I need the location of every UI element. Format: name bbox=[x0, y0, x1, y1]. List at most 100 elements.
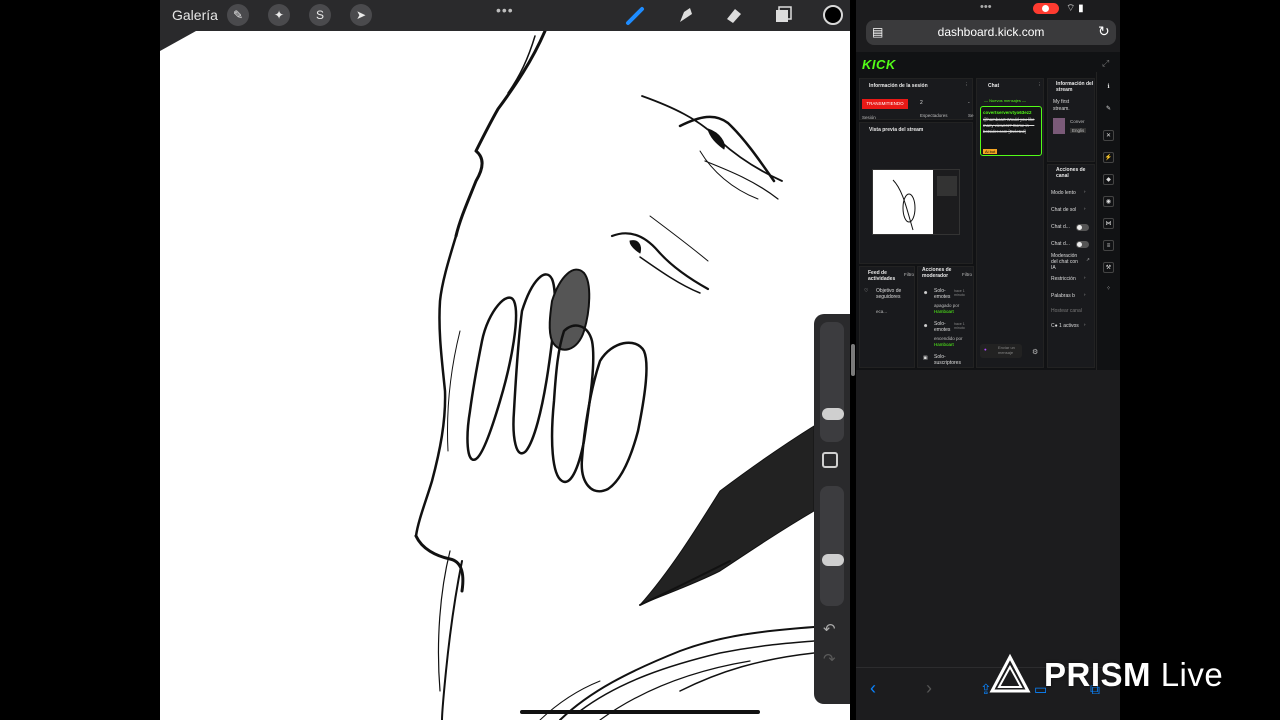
bolt-icon[interactable]: ⚡ bbox=[1103, 152, 1114, 163]
safari-app: ••• ⌔ ▮ ▤ dashboard.kick.com ↻ KICK ⤢ In… bbox=[856, 0, 1120, 720]
activity-feed-panel: Feed de actividades Filtro bbox=[859, 266, 915, 368]
stream-info-title: Información del stream bbox=[1056, 81, 1094, 93]
se-label: Se bbox=[968, 113, 974, 118]
category-thumbnail bbox=[1053, 118, 1065, 134]
selection-icon[interactable]: S bbox=[309, 4, 331, 26]
home-indicator bbox=[520, 710, 760, 714]
back-icon[interactable]: ‹ bbox=[870, 678, 876, 699]
stream-preview-video[interactable] bbox=[872, 169, 960, 235]
screen: Galería ✎ ✦ S ➤ ••• ↶ ↷ ••• ⌔ ▮ ▤ dashbo… bbox=[0, 0, 1280, 720]
channel-actions-title: Acciones de canal bbox=[1056, 167, 1086, 179]
chat-toggle-1[interactable] bbox=[1076, 224, 1089, 231]
external-link-icon[interactable]: ↗ bbox=[1086, 257, 1090, 263]
gallery-button[interactable]: Galería bbox=[172, 7, 218, 23]
list-icon[interactable]: ≡ bbox=[1103, 240, 1114, 251]
prism-live-watermark: PRISM Live bbox=[988, 650, 1258, 700]
color-picker-swatch[interactable] bbox=[823, 5, 843, 25]
chevron-right-icon[interactable]: › bbox=[1084, 275, 1086, 280]
brush-icon[interactable] bbox=[624, 4, 648, 26]
eraser-icon[interactable] bbox=[722, 4, 746, 26]
chat-settings-icon[interactable]: ⚙ bbox=[1032, 348, 1038, 356]
multitask-dots-icon[interactable]: ••• bbox=[980, 1, 992, 13]
actions-wrench-icon[interactable]: ✎ bbox=[227, 4, 249, 26]
stream-category: Conver bbox=[1070, 119, 1085, 124]
chat-icon[interactable]: ◉ bbox=[1103, 196, 1114, 207]
action-ai-moderation[interactable]: Moderación del chat con IA bbox=[1051, 253, 1083, 271]
shield-icon[interactable]: ◆ bbox=[1103, 174, 1114, 185]
drawing-canvas[interactable] bbox=[160, 29, 850, 720]
apps-icon[interactable]: ⁘ bbox=[1103, 284, 1114, 295]
mod-item-time: hace 1 minuto bbox=[954, 289, 965, 297]
expand-icon[interactable]: ⤢ bbox=[1102, 58, 1109, 69]
mod-item-user[interactable]: Hamboart bbox=[934, 309, 954, 314]
tool-icon[interactable]: ✕ bbox=[1103, 130, 1114, 141]
modify-button[interactable] bbox=[822, 452, 838, 468]
procreate-sidebar: ↶ ↷ bbox=[814, 314, 850, 704]
reload-icon[interactable]: ↻ bbox=[1098, 23, 1110, 40]
chevron-right-icon[interactable]: › bbox=[1084, 206, 1086, 211]
action-banned-words[interactable]: Palabras b bbox=[1051, 293, 1075, 299]
chat-input[interactable]: ● Enviar un mensaje bbox=[980, 344, 1022, 358]
prism-suffix: Live bbox=[1160, 656, 1224, 693]
action-chat-toggle-2: Chat d... bbox=[1051, 241, 1070, 247]
emote-icon[interactable]: ● bbox=[984, 347, 987, 352]
info-icon[interactable]: ℹ bbox=[1103, 82, 1114, 93]
brush-size-knob[interactable] bbox=[822, 408, 844, 420]
stream-preview-title: Vista previa del stream bbox=[869, 127, 924, 133]
prism-live-text: PRISM Live bbox=[1044, 656, 1223, 694]
action-host-channel[interactable]: Hostear canal bbox=[1051, 308, 1082, 314]
more-dots-icon[interactable]: ••• bbox=[496, 2, 514, 18]
chat-menu-icon[interactable]: ⋮ bbox=[1037, 82, 1042, 88]
opacity-slider[interactable] bbox=[820, 486, 844, 606]
mod-item-title: Solo-suscriptores bbox=[934, 354, 961, 366]
undo-icon[interactable]: ↶ bbox=[823, 620, 836, 638]
activity-item-title: Objetivo de seguidores bbox=[876, 288, 902, 300]
wrench-icon[interactable]: ⚒ bbox=[1103, 262, 1114, 273]
action-active[interactable]: C● 1 activos bbox=[1051, 323, 1079, 329]
brush-size-slider[interactable] bbox=[820, 322, 844, 442]
url-text[interactable]: dashboard.kick.com bbox=[866, 25, 1116, 39]
chat-title: Chat bbox=[988, 83, 1000, 89]
procreate-app: Galería ✎ ✦ S ➤ ••• ↶ ↷ bbox=[160, 0, 850, 720]
action-slow-mode[interactable]: Modo lento bbox=[1051, 190, 1076, 196]
redo-icon[interactable]: ↷ bbox=[823, 650, 836, 668]
chevron-right-icon[interactable]: › bbox=[1084, 189, 1086, 194]
action-subscriber-chat[interactable]: Chat de sol bbox=[1051, 207, 1076, 213]
chevron-right-icon[interactable]: › bbox=[1084, 322, 1086, 327]
letterbox-right bbox=[1120, 0, 1280, 720]
adjustments-wand-icon[interactable]: ✦ bbox=[268, 4, 290, 26]
split-view-handle[interactable] bbox=[851, 344, 855, 376]
chat-toggle-2[interactable] bbox=[1076, 241, 1089, 248]
new-messages-divider: — Nuevos mensajes — bbox=[984, 98, 1027, 103]
chat-message-text: @hamboart Would you like many viewers? C… bbox=[983, 117, 1035, 134]
chat-message-user[interactable]: covertservervtyo63ez2 bbox=[983, 110, 1032, 115]
viewers-label: Espectadores bbox=[920, 113, 948, 118]
mod-filter[interactable]: Filtro bbox=[962, 272, 972, 277]
edit-icon[interactable]: ✎ bbox=[1103, 104, 1114, 115]
heart-icon: ♡ bbox=[864, 288, 869, 294]
layers-icon[interactable] bbox=[771, 4, 795, 26]
mod-actions-title: Acciones de moderador bbox=[922, 267, 952, 279]
opacity-knob[interactable] bbox=[822, 554, 844, 566]
smudge-icon[interactable] bbox=[673, 4, 697, 26]
mod-item-time: hace 1 minuto bbox=[954, 322, 965, 330]
viewers-count: 2 bbox=[920, 100, 923, 106]
emote-icon: ☻ bbox=[923, 323, 929, 329]
address-bar[interactable]: ▤ dashboard.kick.com ↻ bbox=[866, 20, 1116, 45]
screen-record-indicator bbox=[1033, 3, 1059, 14]
activity-filter[interactable]: Filtro bbox=[904, 272, 914, 277]
activity-item-sub: eca... bbox=[876, 309, 888, 314]
stream-title: My first stream. bbox=[1053, 99, 1070, 112]
action-restrictions[interactable]: Restricción bbox=[1051, 276, 1076, 282]
kick-logo[interactable]: KICK bbox=[862, 57, 896, 72]
forward-icon[interactable]: › bbox=[926, 678, 932, 699]
chat-message[interactable]: covertservervtyo63ez2 @hamboart Would yo… bbox=[980, 106, 1042, 156]
session-dash: - bbox=[968, 100, 970, 106]
panel-menu-icon[interactable]: ⋮ bbox=[964, 82, 969, 88]
transform-arrow-icon[interactable]: ➤ bbox=[350, 4, 372, 26]
status-bar: ••• ⌔ ▮ bbox=[856, 0, 1120, 18]
chevron-right-icon[interactable]: › bbox=[1084, 292, 1086, 297]
procreate-toolbar: Galería ✎ ✦ S ➤ ••• bbox=[160, 0, 850, 31]
link-icon[interactable]: ⋈ bbox=[1103, 218, 1114, 229]
mod-item-user[interactable]: Hamboart bbox=[934, 342, 954, 347]
